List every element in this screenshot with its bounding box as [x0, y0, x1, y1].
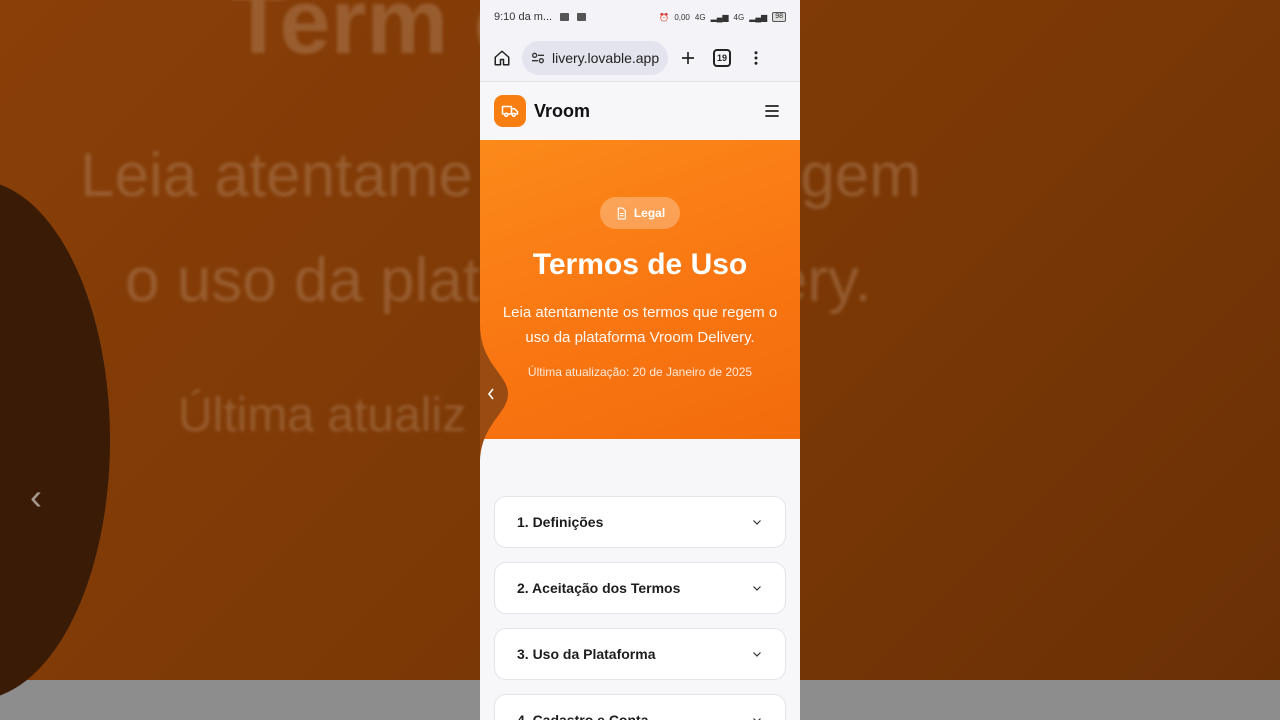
tabs-button[interactable]: 19	[708, 44, 736, 72]
address-bar[interactable]: livery.lovable.app	[522, 40, 668, 75]
new-tab-button[interactable]	[674, 44, 702, 72]
net-speed: 0,00	[674, 12, 690, 22]
brand-name: Vroom	[534, 100, 591, 121]
accordion-item-account[interactable]: 4. Cadastro e Conta	[494, 694, 786, 720]
accordion-label: 2. Aceitação dos Termos	[517, 580, 681, 596]
hamburger-menu-button[interactable]	[758, 97, 786, 125]
linkedin-icon	[577, 13, 587, 21]
chevron-down-icon	[753, 652, 761, 657]
tab-count: 19	[713, 48, 731, 67]
accordion-item-platform-use[interactable]: 3. Uso da Plataforma	[494, 628, 786, 680]
signal-icon: ▂▄▆	[710, 12, 729, 22]
site-settings-icon[interactable]	[530, 50, 546, 66]
chevron-down-icon	[753, 586, 761, 591]
phone-screen: 9:10 da m... ⏰ 0,00 4G ▂▄▆ 4G ▂▄▆ 98 liv…	[480, 0, 800, 720]
chevron-down-icon	[753, 718, 761, 720]
truck-logo-icon	[494, 95, 526, 127]
status-bar: 9:10 da m... ⏰ 0,00 4G ▂▄▆ 4G ▂▄▆ 98	[480, 0, 800, 34]
video-icon	[560, 13, 570, 21]
accordion-label: 3. Uso da Plataforma	[517, 646, 656, 662]
document-icon	[617, 207, 626, 219]
site-header: Vroom	[480, 82, 800, 140]
network-type-1: 4G	[694, 12, 706, 22]
status-time: 9:10 da m...	[494, 11, 553, 23]
browser-toolbar: livery.lovable.app 19	[480, 34, 800, 82]
background-chevron-left-icon: ‹	[30, 476, 42, 517]
back-gesture-handle[interactable]	[480, 324, 508, 464]
plus-icon	[682, 51, 694, 64]
more-vert-icon	[754, 50, 758, 65]
last-updated: Última atualização: 20 de Janeiro de 202…	[527, 365, 753, 379]
brand-link[interactable]: Vroom	[494, 95, 590, 127]
legal-badge: Legal	[600, 197, 680, 229]
network-type-2: 4G	[733, 12, 745, 22]
terms-sections: 1. Definições 2. Aceitação dos Termos 3.…	[480, 439, 800, 720]
home-icon	[494, 50, 510, 65]
home-button[interactable]	[488, 44, 516, 72]
alarm-icon: ⏰	[659, 12, 670, 22]
page-title: Termos de Uso	[532, 248, 748, 281]
chevron-down-icon	[753, 520, 761, 525]
browser-menu-button[interactable]	[742, 44, 770, 72]
signal-icon-2: ▂▄▆	[749, 12, 768, 22]
url-text: livery.lovable.app	[552, 49, 660, 66]
accordion-item-acceptance[interactable]: 2. Aceitação dos Termos	[494, 562, 786, 614]
badge-label: Legal	[633, 206, 666, 220]
page-subtitle: Leia atentamente os termos que regem o u…	[502, 304, 778, 346]
battery-icon: 98	[772, 12, 786, 22]
hamburger-icon	[765, 105, 779, 117]
accordion-label: 1. Definições	[517, 514, 604, 530]
accordion-item-definitions[interactable]: 1. Definições	[494, 496, 786, 548]
hero-section: Legal Termos de Uso Leia atentamente os …	[480, 140, 800, 464]
accordion-label: 4. Cadastro e Conta	[517, 712, 649, 720]
